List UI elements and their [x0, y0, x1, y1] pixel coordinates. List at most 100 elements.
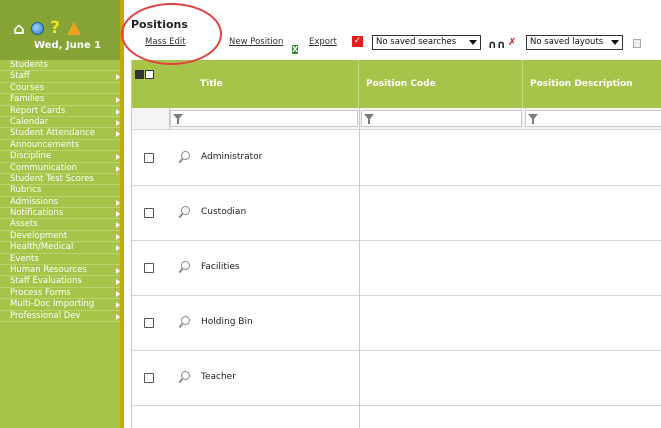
sidebar-item[interactable]: Announcements	[0, 139, 124, 152]
sidebar-item-label: Student Test Scores	[10, 173, 94, 184]
check-all-icon[interactable]	[135, 70, 144, 79]
sidebar-item[interactable]: Families	[0, 94, 124, 106]
uncheck-all-icon[interactable]	[145, 70, 154, 79]
sidebar-item[interactable]: Notifications	[0, 208, 124, 220]
sidebar-item[interactable]: Staff Evaluations	[0, 276, 124, 288]
search-icon[interactable]	[178, 151, 190, 163]
clear-search-icon[interactable]: ✗	[508, 37, 516, 48]
sidebar-item[interactable]: Communication	[0, 163, 124, 174]
saved-layouts-value: No saved layouts	[530, 37, 604, 47]
sidebar-item[interactable]: Calendar	[0, 117, 124, 129]
sidebar-item[interactable]: Human Resources	[0, 265, 124, 277]
sidebar-item-label: Announcements	[10, 139, 80, 150]
row-checkbox[interactable]	[144, 318, 154, 328]
sidebar-item-label: Communication	[10, 162, 77, 173]
date-label: Wed, June 1	[34, 40, 102, 51]
excel-icon[interactable]: X	[292, 37, 304, 54]
print-icon[interactable]	[633, 39, 641, 48]
filter-row	[132, 108, 661, 130]
sidebar-menu: Students Staff Courses Families Report Cards…	[0, 60, 124, 322]
sidebar-item[interactable]: Multi-Doc Importing	[0, 299, 124, 311]
column-header-position-description[interactable]: Position Description	[530, 79, 633, 89]
search-icon[interactable]	[178, 206, 190, 218]
search-icon[interactable]	[178, 261, 190, 273]
filter-icon[interactable]	[528, 114, 538, 124]
sidebar-item[interactable]: Rubrics	[0, 185, 124, 197]
sidebar-item[interactable]: Staff	[0, 71, 124, 83]
sidebar-item[interactable]: Health/Medical	[0, 242, 124, 254]
sidebar: ⌂ ? Wed, June 1 Students Staff Courses Fami…	[0, 0, 124, 428]
column-divider	[358, 60, 359, 108]
saved-searches-select[interactable]: No saved searches	[372, 35, 481, 50]
table-row[interactable]: Custodian	[132, 186, 661, 241]
sidebar-item[interactable]: Assets	[0, 219, 124, 231]
sidebar-item-label: Report Cards	[10, 105, 66, 116]
sidebar-item[interactable]: Process Forms	[0, 287, 124, 300]
alert-icon[interactable]	[66, 20, 82, 36]
sidebar-item-label: Multi-Doc Importing	[10, 299, 95, 310]
column-header-position-code[interactable]: Position Code	[366, 79, 436, 89]
row-checkbox[interactable]	[144, 263, 154, 273]
saved-layouts-select[interactable]: No saved layouts	[526, 35, 623, 50]
sidebar-item-label: Students	[10, 60, 48, 70]
row-title: Teacher	[201, 372, 236, 382]
sidebar-item[interactable]: Professional Dev	[0, 311, 124, 322]
sidebar-item-label: Discipline	[10, 151, 52, 162]
sidebar-item[interactable]: Events	[0, 254, 124, 266]
filter-icon[interactable]	[173, 114, 183, 124]
row-title: Administrator	[201, 152, 263, 162]
filter-icon[interactable]	[364, 114, 374, 124]
position-description-filter[interactable]	[525, 110, 661, 127]
column-header-title[interactable]: Title	[200, 79, 223, 89]
row-checkbox[interactable]	[144, 153, 154, 163]
sidebar-item[interactable]: Student Attendance	[0, 128, 124, 140]
row-checkbox[interactable]	[144, 208, 154, 218]
sidebar-item-label: Process Forms	[10, 287, 71, 298]
sidebar-item[interactable]: Discipline	[0, 151, 124, 163]
chevron-down-icon	[611, 40, 619, 45]
title-filter[interactable]	[170, 110, 358, 127]
select-all-icons[interactable]	[135, 70, 154, 79]
sidebar-header: ⌂ ? Wed, June 1	[0, 0, 124, 60]
sidebar-item[interactable]: Development	[0, 230, 124, 243]
sidebar-item-label: Notifications	[10, 208, 64, 219]
search-icon[interactable]	[178, 316, 190, 328]
sidebar-item[interactable]: Report Cards	[0, 106, 124, 117]
binoculars-icon[interactable]: ∩∩	[488, 38, 506, 51]
sidebar-item-label: Health/Medical	[10, 242, 74, 253]
sidebar-item-label: Courses	[10, 82, 45, 93]
position-code-filter[interactable]	[361, 110, 522, 127]
checkbox-icon[interactable]: ✓	[352, 36, 363, 47]
sidebar-item[interactable]: Students	[0, 60, 124, 72]
row-title: Holding Bin	[201, 317, 253, 327]
app-window: ⌂ ? Wed, June 1 Students Staff Courses Fami…	[0, 0, 661, 428]
export-link[interactable]: Export	[309, 37, 337, 47]
row-title: Facilities	[201, 262, 240, 272]
sidebar-item[interactable]: Admissions	[0, 196, 124, 209]
new-position-link[interactable]: New Position	[229, 37, 283, 47]
row-title: Custodian	[201, 207, 247, 217]
home-icon[interactable]: ⌂	[11, 19, 27, 38]
annotation-highlight-circle	[121, 3, 222, 65]
table-row[interactable]: Holding Bin	[132, 296, 661, 351]
column-divider	[169, 108, 170, 130]
sidebar-item-label: Staff Evaluations	[10, 276, 82, 287]
chevron-down-icon	[469, 40, 477, 45]
sidebar-item-label: Families	[10, 94, 45, 105]
sidebar-item-label: Admissions	[10, 196, 58, 207]
sidebar-item-label: Staff	[10, 71, 30, 82]
search-icon[interactable]	[178, 371, 190, 383]
table-row[interactable]: Facilities	[132, 241, 661, 296]
sidebar-item[interactable]: Student Test Scores	[0, 173, 124, 186]
sidebar-item[interactable]: Courses	[0, 82, 124, 95]
globe-icon[interactable]	[29, 20, 45, 36]
row-checkbox[interactable]	[144, 373, 154, 383]
table-row[interactable]: Administrator	[132, 131, 661, 186]
sidebar-divider[interactable]	[120, 0, 124, 428]
column-divider	[522, 60, 523, 108]
sidebar-item-label: Assets	[10, 219, 38, 230]
sidebar-item-label: Development	[10, 230, 68, 241]
table-row[interactable]: Teacher	[132, 351, 661, 406]
grid-header: Title Position Code Position Description	[132, 60, 661, 108]
help-icon[interactable]: ?	[47, 18, 63, 38]
